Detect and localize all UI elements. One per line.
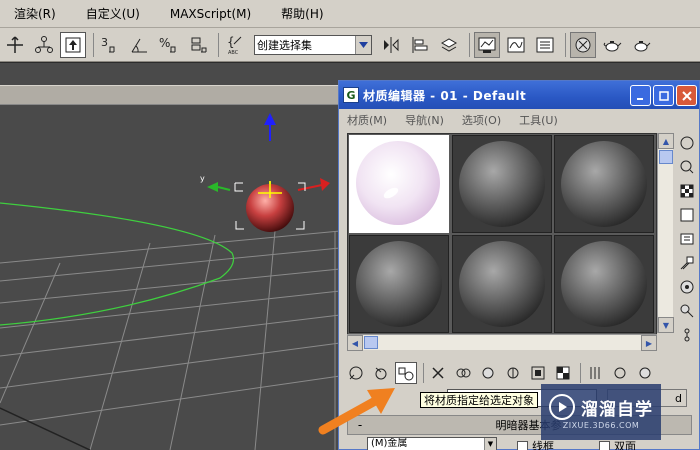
zixue-watermark: 溜溜自学 ZIXUE.3D66.COM	[541, 384, 661, 440]
toolbar-separator	[565, 32, 566, 57]
scroll-down-arrow[interactable]: ▼	[658, 317, 674, 333]
options-icon[interactable]	[677, 277, 697, 297]
angle-snap-icon[interactable]	[127, 32, 153, 58]
me-menu-options[interactable]: 选项(O)	[462, 112, 501, 128]
shader-type-dropdown[interactable]: (M)金属 ▼	[367, 437, 497, 450]
toolbar-separator	[469, 32, 470, 57]
main-menubar: 渲染(R) 自定义(U) MAXScript(M) 帮助(H)	[0, 0, 700, 28]
menu-customize[interactable]: 自定义(U)	[86, 5, 140, 22]
show-map-in-viewport-icon[interactable]	[527, 362, 549, 384]
quick-render-icon[interactable]	[628, 32, 654, 58]
window-buttons	[628, 85, 697, 106]
material-slot-1[interactable]	[349, 135, 449, 233]
maximize-button[interactable]	[653, 85, 674, 106]
play-logo-icon	[549, 394, 575, 420]
scroll-left-arrow[interactable]: ◀	[347, 335, 363, 351]
named-selection-set-dropdown[interactable]: 创建选择集	[254, 34, 372, 55]
watermark-url: ZIXUE.3D66.COM	[562, 421, 640, 430]
me-menu-utilities[interactable]: 工具(U)	[519, 112, 558, 128]
snap-3d-icon[interactable]: 3	[98, 32, 124, 58]
named-selection-icon[interactable]: {ABC	[223, 32, 249, 58]
render-setup-icon[interactable]	[532, 32, 558, 58]
material-editor-title: 材质编辑器 - 01 - Default	[363, 88, 527, 103]
select-by-material-icon[interactable]	[677, 301, 697, 321]
reset-map-icon[interactable]	[427, 362, 449, 384]
scroll-thumb-horizontal[interactable]	[364, 336, 378, 349]
mirror-icon[interactable]	[378, 32, 404, 58]
put-to-library-icon[interactable]	[477, 362, 499, 384]
render-icon[interactable]	[570, 31, 596, 58]
background-checker-icon[interactable]	[677, 181, 697, 201]
side-toolbar	[677, 133, 699, 373]
toolbar-separator	[218, 32, 219, 57]
sample-uv-tiling-icon[interactable]	[677, 205, 697, 225]
named-selection-set-value: 创建选择集	[257, 38, 312, 52]
material-editor-menubar: 材质(M) 导航(N) 选项(O) 工具(U)	[339, 109, 699, 131]
material-map-icon[interactable]	[634, 362, 656, 384]
go-forward-sibling-icon[interactable]	[609, 362, 631, 384]
svg-text:3: 3	[101, 36, 108, 49]
svg-text:{: {	[227, 35, 235, 49]
scroll-right-arrow[interactable]: ▶	[641, 335, 657, 351]
slots-horizontal-scrollbar[interactable]: ◀ ▶	[347, 334, 657, 351]
3dsmax-window: 渲染(R) 自定义(U) MAXScript(M) 帮助(H) 3 % {ABC	[0, 0, 700, 450]
scroll-up-arrow[interactable]: ▲	[658, 133, 674, 149]
checkbox-box[interactable]	[517, 440, 528, 450]
material-slot-3[interactable]	[554, 135, 654, 233]
chevron-down-icon[interactable]: ▼	[484, 438, 496, 450]
sample-slots-area	[347, 133, 657, 335]
menu-help[interactable]: 帮助(H)	[281, 5, 323, 22]
shader-type-value: (M)金属	[371, 438, 408, 449]
layer-icon[interactable]	[436, 32, 462, 58]
make-preview-icon[interactable]	[677, 253, 697, 273]
material-slot-5[interactable]	[452, 235, 552, 333]
max-app-icon: G	[343, 87, 359, 103]
me-menu-navigation[interactable]: 导航(N)	[405, 112, 444, 128]
material-effects-channel-icon[interactable]	[502, 362, 524, 384]
close-button[interactable]	[676, 85, 697, 106]
material-editor-titlebar[interactable]: G 材质编辑器 - 01 - Default	[339, 81, 699, 109]
scroll-thumb[interactable]	[659, 150, 673, 164]
material-editor-icon[interactable]	[474, 31, 500, 58]
sample-type-icon[interactable]	[677, 133, 697, 153]
watermark-brand: 溜溜自学	[581, 399, 653, 420]
chevron-down-icon[interactable]	[355, 35, 371, 54]
go-to-parent-icon[interactable]	[584, 362, 606, 384]
orange-arrow-pointer	[318, 388, 395, 435]
material-slot-6[interactable]	[554, 235, 654, 333]
toolbar-separator	[580, 363, 581, 383]
material-map-navigator-icon[interactable]	[677, 325, 697, 345]
minimize-button[interactable]	[630, 85, 651, 106]
backlight-icon[interactable]	[677, 157, 697, 177]
percent-snap-icon[interactable]: %	[156, 32, 182, 58]
material-slot-2[interactable]	[452, 135, 552, 233]
teapot-render-icon[interactable]	[599, 32, 625, 58]
spinner-snap-icon[interactable]	[185, 32, 211, 58]
main-toolbar: 3 % {ABC 创建选择集	[0, 28, 700, 62]
toolbar-separator	[423, 363, 424, 383]
svg-text:y: y	[200, 174, 205, 183]
hierarchy-icon[interactable]	[31, 32, 57, 58]
menu-maxscript[interactable]: MAXScript(M)	[170, 7, 251, 21]
material-slot-4[interactable]	[349, 235, 449, 333]
curve-editor-icon[interactable]	[503, 32, 529, 58]
assign-material-tooltip: 将材质指定给选定对象	[420, 392, 538, 408]
menu-render[interactable]: 渲染(R)	[14, 5, 56, 22]
align-icon[interactable]	[407, 32, 433, 58]
toolbar-separator	[93, 32, 94, 57]
svg-text:%: %	[159, 36, 170, 50]
select-move-icon[interactable]	[2, 32, 28, 58]
me-menu-material[interactable]: 材质(M)	[347, 112, 387, 128]
select-object-icon[interactable]	[60, 31, 86, 58]
svg-text:ABC: ABC	[228, 50, 239, 56]
show-end-result-icon[interactable]	[552, 362, 574, 384]
video-color-check-icon[interactable]	[677, 229, 697, 249]
slots-vertical-scrollbar[interactable]: ▲ ▼	[657, 133, 674, 333]
make-unique-icon[interactable]	[452, 362, 474, 384]
checkbox-box[interactable]	[599, 440, 610, 450]
ground-grid	[0, 230, 341, 450]
